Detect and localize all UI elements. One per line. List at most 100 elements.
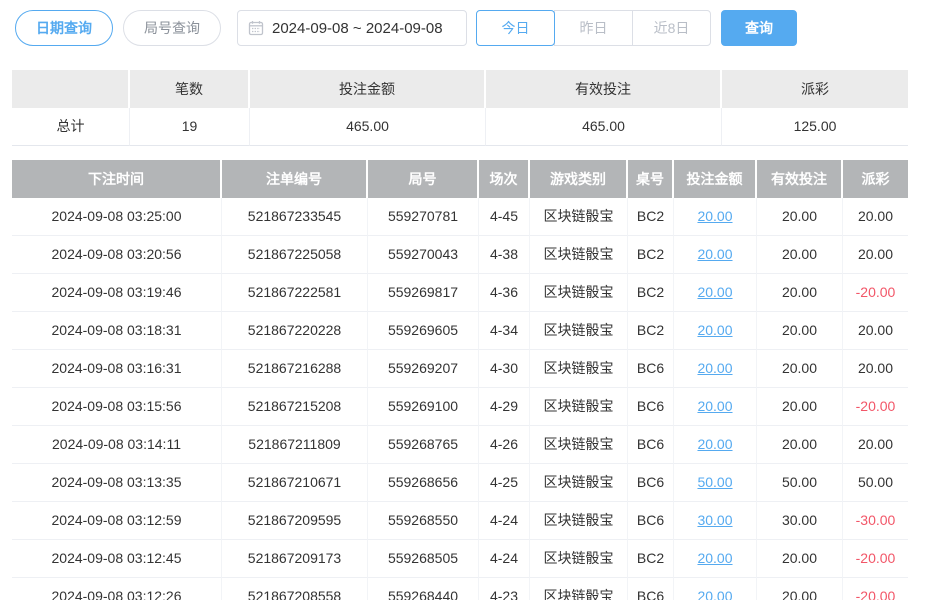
bet-amount-link[interactable]: 20.00 — [697, 360, 732, 376]
summary-header-bet-amount: 投注金额 — [250, 70, 486, 108]
bet-id-cell: 521867216288 — [222, 350, 368, 388]
game-type-cell: 区块链骰宝 — [530, 350, 628, 388]
table-row: 2024-09-08 03:15:56521867215208559269100… — [12, 388, 908, 426]
round-id-cell: 559268440 — [368, 578, 479, 600]
table-no-cell: BC2 — [628, 312, 674, 350]
quick-range-button-group: 今日 昨日 近8日 — [476, 10, 711, 46]
game-type-cell: 区块链骰宝 — [530, 426, 628, 464]
payout-cell: -20.00 — [843, 274, 908, 312]
bet-time-cell: 2024-09-08 03:20:56 — [12, 236, 222, 274]
payout-cell: -30.00 — [843, 502, 908, 540]
session-cell: 4-36 — [479, 274, 530, 312]
bet-amount-cell: 20.00 — [674, 426, 757, 464]
valid-bet-cell: 20.00 — [757, 312, 843, 350]
table-row: 2024-09-08 03:25:00521867233545559270781… — [12, 198, 908, 236]
bet-id-cell: 521867209173 — [222, 540, 368, 578]
table-row: 2024-09-08 03:12:26521867208558559268440… — [12, 578, 908, 600]
session-cell: 4-24 — [479, 502, 530, 540]
bet-amount-cell: 30.00 — [674, 502, 757, 540]
bet-time-cell: 2024-09-08 03:14:11 — [12, 426, 222, 464]
payout-cell: 20.00 — [843, 198, 908, 236]
search-button[interactable]: 查询 — [721, 10, 797, 46]
valid-bet-cell: 20.00 — [757, 198, 843, 236]
valid-bet-cell: 20.00 — [757, 426, 843, 464]
payout-cell: -20.00 — [843, 540, 908, 578]
bet-time-cell: 2024-09-08 03:12:26 — [12, 578, 222, 600]
bet-amount-link[interactable]: 20.00 — [697, 284, 732, 300]
bet-amount-link[interactable]: 50.00 — [697, 474, 732, 490]
table-no-cell: BC2 — [628, 274, 674, 312]
last-8-days-button[interactable]: 近8日 — [632, 10, 711, 46]
summary-header-count: 笔数 — [130, 70, 250, 108]
summary-header-valid-bet: 有效投注 — [486, 70, 722, 108]
summary-total-payout: 125.00 — [722, 108, 908, 146]
bet-amount-link[interactable]: 20.00 — [697, 398, 732, 414]
bet-amount-link[interactable]: 20.00 — [697, 588, 732, 600]
game-type-cell: 区块链骰宝 — [530, 578, 628, 600]
round-id-cell: 559270781 — [368, 198, 479, 236]
bet-id-cell: 521867220228 — [222, 312, 368, 350]
round-id-cell: 559269207 — [368, 350, 479, 388]
table-row: 2024-09-08 03:14:11521867211809559268765… — [12, 426, 908, 464]
bet-id-cell: 521867210671 — [222, 464, 368, 502]
yesterday-button[interactable]: 昨日 — [554, 10, 633, 46]
bet-amount-link[interactable]: 20.00 — [697, 208, 732, 224]
round-id-cell: 559268550 — [368, 502, 479, 540]
bet-amount-link[interactable]: 20.00 — [697, 550, 732, 566]
table-row: 2024-09-08 03:19:46521867222581559269817… — [12, 274, 908, 312]
round-id-cell: 559270043 — [368, 236, 479, 274]
table-row: 2024-09-08 03:13:35521867210671559268656… — [12, 464, 908, 502]
bet-id-cell: 521867215208 — [222, 388, 368, 426]
game-type-cell: 区块链骰宝 — [530, 198, 628, 236]
bet-amount-cell: 20.00 — [674, 578, 757, 600]
date-query-tab-button[interactable]: 日期查询 — [15, 10, 113, 46]
session-cell: 4-29 — [479, 388, 530, 426]
bet-time-cell: 2024-09-08 03:18:31 — [12, 312, 222, 350]
summary-total-label: 总计 — [12, 108, 130, 146]
valid-bet-cell: 20.00 — [757, 274, 843, 312]
bet-id-cell: 521867208558 — [222, 578, 368, 600]
bet-amount-cell: 20.00 — [674, 198, 757, 236]
game-type-cell: 区块链骰宝 — [530, 312, 628, 350]
header-game-type: 游戏类别 — [530, 160, 628, 198]
bet-time-cell: 2024-09-08 03:25:00 — [12, 198, 222, 236]
bet-id-cell: 521867211809 — [222, 426, 368, 464]
bet-amount-link[interactable]: 20.00 — [697, 246, 732, 262]
table-no-cell: BC2 — [628, 198, 674, 236]
header-payout: 派彩 — [843, 160, 908, 198]
header-bet-time: 下注时间 — [12, 160, 222, 198]
bet-time-cell: 2024-09-08 03:12:45 — [12, 540, 222, 578]
summary-header-payout: 派彩 — [722, 70, 908, 108]
summary-total-bet-amount: 465.00 — [250, 108, 486, 146]
valid-bet-cell: 50.00 — [757, 464, 843, 502]
bet-time-cell: 2024-09-08 03:13:35 — [12, 464, 222, 502]
session-cell: 4-23 — [479, 578, 530, 600]
date-range-value: 2024-09-08 ~ 2024-09-08 — [272, 20, 443, 37]
bet-id-cell: 521867233545 — [222, 198, 368, 236]
bet-amount-link[interactable]: 20.00 — [697, 436, 732, 452]
table-no-cell: BC2 — [628, 236, 674, 274]
summary-total-count: 19 — [130, 108, 250, 146]
table-no-cell: BC6 — [628, 502, 674, 540]
table-no-cell: BC6 — [628, 578, 674, 600]
table-no-cell: BC6 — [628, 464, 674, 502]
valid-bet-cell: 20.00 — [757, 388, 843, 426]
bet-id-cell: 521867225058 — [222, 236, 368, 274]
date-range-input[interactable]: 2024-09-08 ~ 2024-09-08 — [237, 10, 467, 46]
round-id-cell: 559269605 — [368, 312, 479, 350]
summary-header-empty — [12, 70, 130, 108]
summary-total-row: 总计 19 465.00 465.00 125.00 — [12, 108, 908, 146]
game-type-cell: 区块链骰宝 — [530, 464, 628, 502]
summary-total-valid-bet: 465.00 — [486, 108, 722, 146]
table-row: 2024-09-08 03:16:31521867216288559269207… — [12, 350, 908, 388]
session-cell: 4-38 — [479, 236, 530, 274]
bet-amount-link[interactable]: 30.00 — [697, 512, 732, 528]
round-id-cell: 559268765 — [368, 426, 479, 464]
session-cell: 4-24 — [479, 540, 530, 578]
records-header-row: 下注时间 注单编号 局号 场次 游戏类别 桌号 投注金额 有效投注 派彩 — [12, 160, 908, 198]
today-button[interactable]: 今日 — [476, 10, 555, 46]
round-query-tab-button[interactable]: 局号查询 — [123, 10, 221, 46]
bet-amount-cell: 20.00 — [674, 350, 757, 388]
round-id-cell: 559268505 — [368, 540, 479, 578]
bet-amount-link[interactable]: 20.00 — [697, 322, 732, 338]
